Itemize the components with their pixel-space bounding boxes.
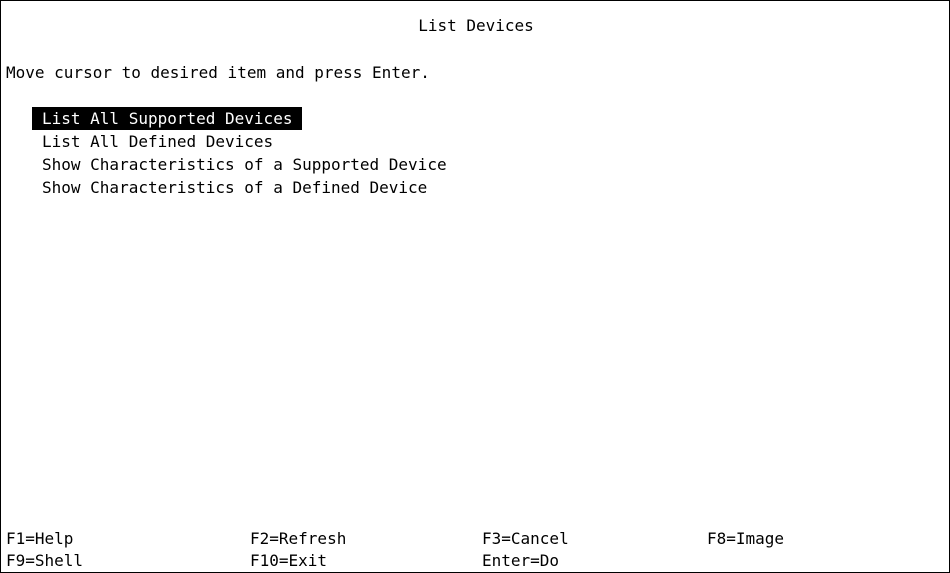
f1-help-key[interactable]: F1=Help [6,527,73,550]
f3-cancel-key[interactable]: F3=Cancel [482,527,569,550]
f10-exit-key[interactable]: F10=Exit [250,549,327,572]
enter-do-key[interactable]: Enter=Do [482,549,559,572]
menu-item-show-characteristics-defined-device[interactable]: Show Characteristics of a Defined Device [32,176,437,199]
terminal-screen: List Devices Move cursor to desired item… [0,0,950,573]
menu-list: List All Supported Devices List All Defi… [1,107,949,254]
instruction-text: Move cursor to desired item and press En… [6,63,430,82]
f9-shell-key[interactable]: F9=Shell [6,549,83,572]
menu-item-list-all-defined-devices[interactable]: List All Defined Devices [32,130,283,153]
menu-item-show-characteristics-supported-device[interactable]: Show Characteristics of a Supported Devi… [32,153,457,176]
menu-item-list-all-supported-devices[interactable]: List All Supported Devices [32,107,303,130]
function-key-bar: F1=Help F2=Refresh F3=Cancel F8=Image F9… [1,323,949,570]
screen-title: List Devices [418,16,534,35]
f2-refresh-key[interactable]: F2=Refresh [250,527,346,550]
f8-image-key[interactable]: F8=Image [707,527,784,550]
